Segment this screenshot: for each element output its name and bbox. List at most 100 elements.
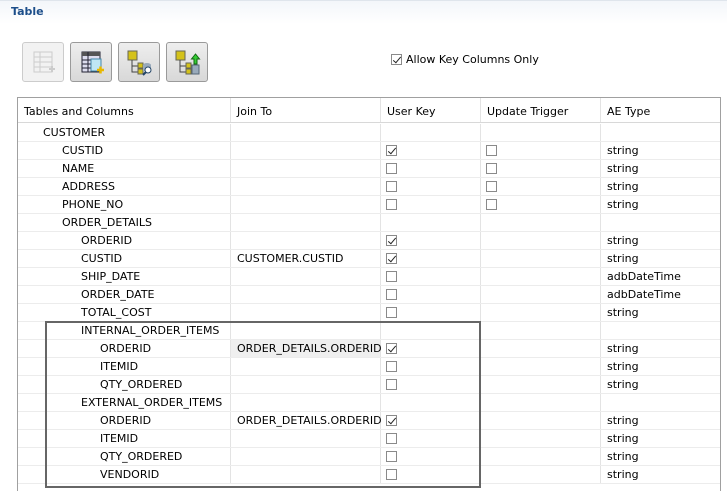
cell-user-key	[381, 340, 481, 357]
cell-ae-type[interactable]: string	[601, 196, 720, 213]
cell-join-to[interactable]	[231, 142, 381, 159]
cell-user-key	[381, 160, 481, 177]
table-row[interactable]: ORDER_DETAILS	[18, 214, 720, 232]
cell-ae-type[interactable]: string	[601, 304, 720, 321]
checkbox[interactable]	[486, 199, 497, 210]
checkbox[interactable]	[386, 343, 397, 354]
cell-user-key	[381, 304, 481, 321]
cell-join-to[interactable]	[231, 196, 381, 213]
import-schema-button[interactable]	[166, 42, 208, 82]
checkbox[interactable]	[386, 253, 397, 264]
cell-join-to[interactable]	[231, 376, 381, 393]
checkbox[interactable]	[386, 163, 397, 174]
cell-ae-type[interactable]: string	[601, 448, 720, 465]
table-row[interactable]: CUSTID string	[18, 142, 720, 160]
cell-ae-type[interactable]: string	[601, 466, 720, 483]
checkbox[interactable]	[386, 235, 397, 246]
cell-ae-type[interactable]: string	[601, 142, 720, 159]
cell-name: NAME	[18, 160, 231, 177]
add-table-button[interactable]	[22, 42, 64, 82]
table-row[interactable]: ORDERID ORDER_DETAILS.ORDERID string	[18, 412, 720, 430]
cell-ae-type[interactable]: adbDateTime	[601, 268, 720, 285]
cell-join-to[interactable]	[231, 268, 381, 285]
table-row[interactable]: PHONE_NO string	[18, 196, 720, 214]
checkbox[interactable]	[386, 379, 397, 390]
column-header-user-key[interactable]: User Key	[381, 98, 481, 122]
cell-ae-type[interactable]	[601, 322, 720, 339]
column-header-join-to[interactable]: Join To	[231, 98, 381, 122]
cell-join-to[interactable]	[231, 286, 381, 303]
table-row[interactable]: TOTAL_COST string	[18, 304, 720, 322]
cell-join-to[interactable]	[231, 358, 381, 375]
checkbox[interactable]	[386, 181, 397, 192]
cell-join-to[interactable]	[231, 160, 381, 177]
checkbox[interactable]	[486, 145, 497, 156]
cell-update-trigger	[481, 430, 601, 447]
browse-schema-button[interactable]	[118, 42, 160, 82]
cell-update-trigger	[481, 286, 601, 303]
table-row[interactable]: QTY_ORDERED string	[18, 376, 720, 394]
table-row[interactable]: QTY_ORDERED string	[18, 448, 720, 466]
cell-ae-type[interactable]: string	[601, 250, 720, 267]
cell-name: SHIP_DATE	[18, 268, 231, 285]
column-header-update-trigger[interactable]: Update Trigger	[481, 98, 601, 122]
cell-ae-type[interactable]	[601, 214, 720, 231]
table-row[interactable]: ORDER_DATE adbDateTime	[18, 286, 720, 304]
cell-ae-type[interactable]: string	[601, 412, 720, 429]
checkbox[interactable]	[386, 451, 397, 462]
table-row[interactable]: ADDRESS string	[18, 178, 720, 196]
cell-ae-type[interactable]	[601, 124, 720, 141]
cell-join-to[interactable]	[231, 178, 381, 195]
cell-join-to[interactable]	[231, 322, 381, 339]
table-row[interactable]: SHIP_DATE adbDateTime	[18, 268, 720, 286]
cell-join-to[interactable]	[231, 124, 381, 141]
checkbox[interactable]	[486, 163, 497, 174]
checkbox[interactable]	[386, 199, 397, 210]
cell-ae-type[interactable]: string	[601, 376, 720, 393]
cell-join-to[interactable]	[231, 466, 381, 483]
cell-join-to[interactable]: ORDER_DETAILS.ORDERID	[231, 412, 382, 429]
checkbox[interactable]	[386, 289, 397, 300]
cell-user-key	[381, 412, 481, 429]
add-table-columns-button[interactable]	[70, 42, 112, 82]
checkbox[interactable]	[386, 271, 397, 282]
cell-join-to[interactable]: ORDER_DETAILS.ORDERID	[231, 340, 382, 357]
cell-join-to[interactable]	[231, 448, 381, 465]
cell-join-to[interactable]	[231, 430, 381, 447]
table-row[interactable]: EXTERNAL_ORDER_ITEMS	[18, 394, 720, 412]
table-row[interactable]: ITEMID string	[18, 430, 720, 448]
table-row[interactable]: ORDERID ORDER_DETAILS.ORDERID string	[18, 340, 720, 358]
cell-ae-type[interactable]: string	[601, 340, 720, 357]
cell-join-to[interactable]	[231, 304, 381, 321]
cell-join-to[interactable]	[231, 232, 381, 249]
table-row[interactable]: INTERNAL_ORDER_ITEMS	[18, 322, 720, 340]
checkbox[interactable]	[386, 469, 397, 480]
table-row[interactable]: CUSTID CUSTOMER.CUSTID string	[18, 250, 720, 268]
cell-ae-type[interactable]: string	[601, 430, 720, 447]
cell-ae-type[interactable]: adbDateTime	[601, 286, 720, 303]
cell-ae-type[interactable]: string	[601, 178, 720, 195]
cell-ae-type[interactable]: string	[601, 232, 720, 249]
table-row[interactable]: ORDERID string	[18, 232, 720, 250]
table-row[interactable]: ITEMID string	[18, 358, 720, 376]
column-header-ae-type[interactable]: AE Type	[601, 98, 720, 122]
allow-key-columns-checkbox[interactable]: Allow Key Columns Only	[391, 53, 539, 66]
checkbox[interactable]	[386, 415, 397, 426]
cell-join-to[interactable]	[231, 394, 381, 411]
checkbox[interactable]	[386, 145, 397, 156]
checkbox[interactable]	[391, 54, 402, 65]
section-header: Table	[0, 0, 727, 24]
checkbox[interactable]	[386, 361, 397, 372]
table-row[interactable]: CUSTOMER	[18, 124, 720, 142]
cell-join-to[interactable]: CUSTOMER.CUSTID	[231, 250, 381, 267]
cell-ae-type[interactable]	[601, 394, 720, 411]
cell-ae-type[interactable]: string	[601, 358, 720, 375]
column-header-tables[interactable]: Tables and Columns	[18, 98, 231, 122]
checkbox[interactable]	[386, 433, 397, 444]
cell-join-to[interactable]	[231, 214, 381, 231]
table-row[interactable]: NAME string	[18, 160, 720, 178]
checkbox[interactable]	[386, 307, 397, 318]
checkbox[interactable]	[486, 181, 497, 192]
table-row[interactable]: VENDORID string	[18, 466, 720, 484]
cell-ae-type[interactable]: string	[601, 160, 720, 177]
